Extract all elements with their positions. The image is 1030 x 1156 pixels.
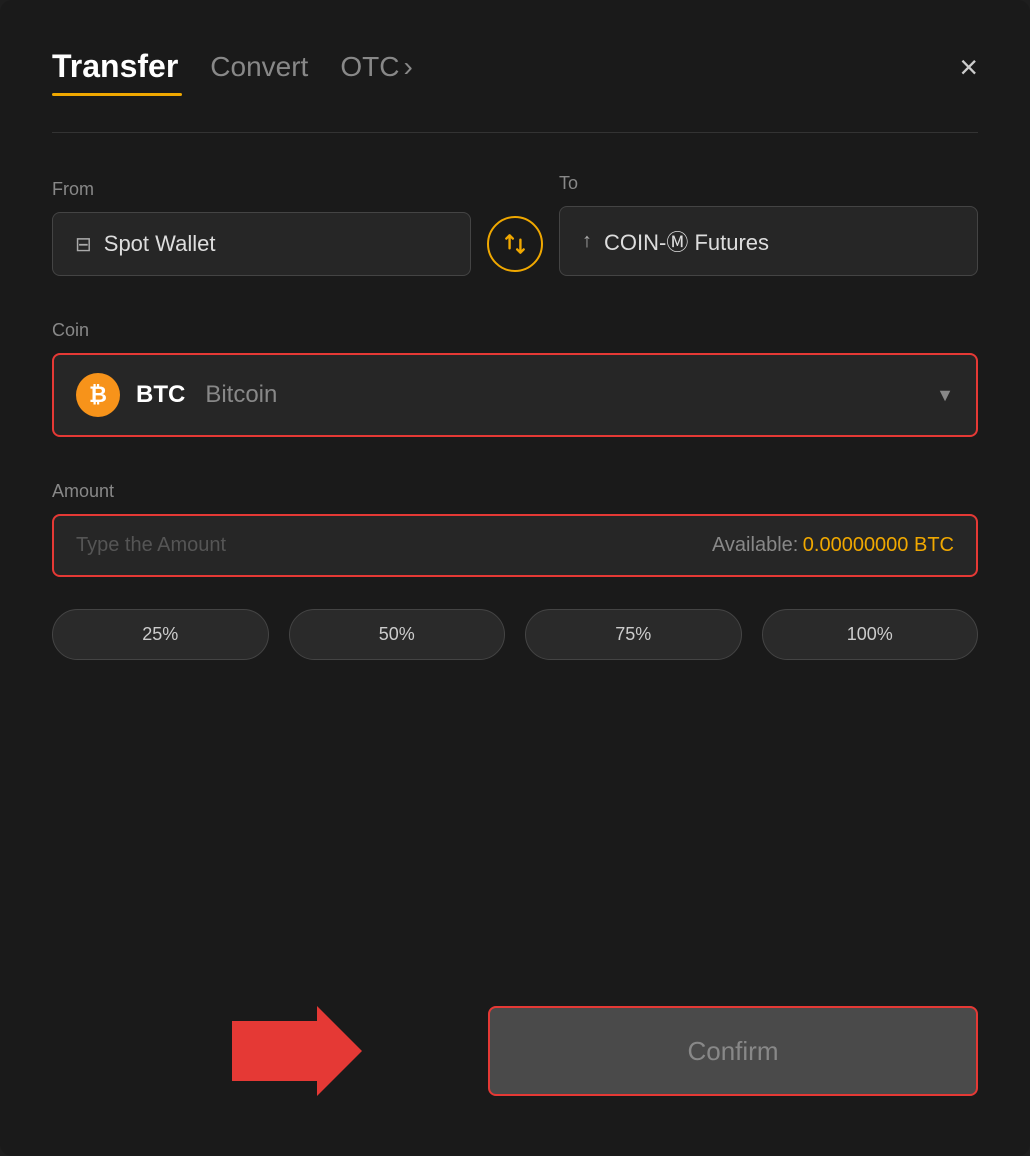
amount-label: Amount [52,481,978,502]
btc-icon: ₿ [76,373,120,417]
amount-box[interactable]: Type the Amount Available: 0.00000000 BT… [52,514,978,577]
from-wallet-box[interactable]: ⊟ Spot Wallet [52,212,471,276]
coin-label: Coin [52,320,978,341]
wallet-card-icon: ⊟ [75,232,92,257]
header-tabs: Transfer Convert OTC › × [52,48,978,85]
to-label: To [559,173,978,194]
available-label: Available: [712,534,798,556]
transfer-modal: Transfer Convert OTC › × From ⊟ Spot Wal… [0,0,1030,1156]
percent-25-button[interactable]: 25% [52,609,269,660]
to-wallet-box[interactable]: ↑ COIN-Ⓜ Futures [559,206,978,276]
percent-row: 25% 50% 75% 100% [52,609,978,660]
percent-100-button[interactable]: 100% [762,609,979,660]
to-section: To ↑ COIN-Ⓜ Futures [559,173,978,276]
available-btc: 0.00000000 BTC [803,534,954,556]
confirm-button[interactable]: Confirm [488,1006,978,1096]
amount-placeholder: Type the Amount [76,534,226,557]
coin-select[interactable]: ₿ BTC Bitcoin ▼ [52,353,978,437]
swap-icon [502,231,528,257]
tab-underline [52,93,182,96]
available-display: Available: 0.00000000 BTC [712,534,954,557]
swap-btn-wrapper [471,216,559,276]
chevron-down-icon: ▼ [936,385,954,406]
coin-full-name: Bitcoin [205,381,277,409]
tab-otc[interactable]: OTC › [340,51,412,83]
percent-50-button[interactable]: 50% [289,609,506,660]
divider [52,132,978,133]
from-wallet-name: Spot Wallet [104,231,216,257]
coin-symbol: BTC [136,381,185,409]
from-label: From [52,179,471,200]
to-wallet-name: COIN-Ⓜ Futures [604,225,769,257]
swap-button[interactable] [487,216,543,272]
percent-75-button[interactable]: 75% [525,609,742,660]
from-section: From ⊟ Spot Wallet [52,179,471,276]
from-to-row: From ⊟ Spot Wallet To ↑ COIN-Ⓜ Futures [52,173,978,276]
bottom-section: Confirm [52,1006,978,1096]
arrow-wrapper [232,1006,362,1096]
tab-transfer[interactable]: Transfer [52,48,178,85]
close-button[interactable]: × [959,51,978,83]
red-arrow-icon [232,1006,362,1096]
tab-convert[interactable]: Convert [210,51,308,83]
futures-icon: ↑ [582,230,592,253]
